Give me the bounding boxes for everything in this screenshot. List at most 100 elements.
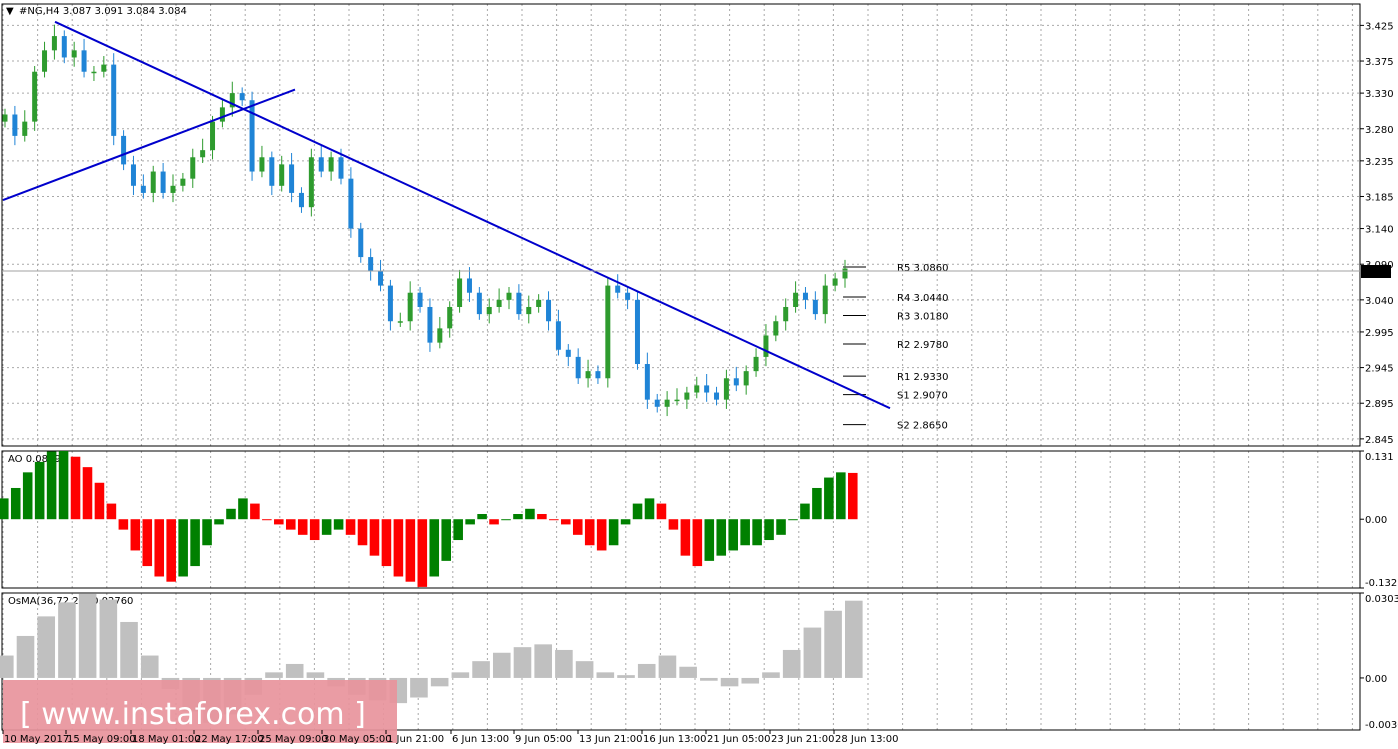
osma-bar bbox=[285, 663, 304, 678]
candle-body bbox=[773, 321, 779, 336]
ao-bar bbox=[441, 519, 452, 561]
time-tick-label: 21 Jun 05:00 bbox=[707, 734, 771, 745]
candle-body bbox=[793, 292, 799, 307]
price-axis: 3.4253.3753.3303.2803.2353.1853.1403.090… bbox=[1360, 21, 1394, 446]
ao-bar bbox=[752, 519, 762, 546]
candle-body bbox=[625, 292, 631, 300]
candle-body bbox=[259, 157, 265, 172]
osma-bar bbox=[679, 666, 697, 678]
time-tick-label: 9 Jun 05:00 bbox=[515, 734, 572, 745]
pivot-levels: R5 3.0860 R4 3.0440 R3 3.0180 R2 2.9780 R1 2… bbox=[843, 263, 948, 432]
candle-body bbox=[358, 228, 364, 258]
chart-header-title: #NG,H4 3.087 3.091 3.084 3.084 bbox=[19, 6, 187, 17]
candle-body bbox=[605, 285, 611, 379]
ao-bar bbox=[572, 519, 583, 535]
candle-body bbox=[476, 292, 482, 315]
current-price: 3.084 bbox=[2, 265, 1392, 278]
pane-frame-0 bbox=[1, 3, 1361, 447]
time-tick-label: 22 May 17:00 bbox=[195, 734, 264, 745]
ao-bar bbox=[214, 519, 224, 525]
candle-body bbox=[565, 349, 571, 357]
candle-body bbox=[348, 178, 354, 229]
candle-body bbox=[832, 278, 838, 286]
osma-bar bbox=[824, 610, 842, 678]
ao-bar bbox=[321, 519, 332, 535]
ao-axis: 0.131 0.00 -0.1321 bbox=[1360, 450, 1398, 589]
level-label-s2: S2 2.8650 bbox=[897, 421, 948, 432]
candle-body bbox=[101, 64, 107, 72]
candle-body bbox=[249, 100, 255, 172]
ao-bar bbox=[154, 519, 165, 577]
ao-bar bbox=[848, 472, 858, 520]
ao-histogram bbox=[0, 451, 858, 587]
ao-bar bbox=[166, 519, 176, 582]
candle-body bbox=[160, 171, 166, 193]
candle-body bbox=[575, 356, 581, 379]
ao-bar bbox=[800, 503, 810, 520]
candle-body bbox=[368, 257, 374, 272]
ao-bar bbox=[644, 498, 655, 520]
level-label-s1: S1 2.9070 bbox=[897, 391, 948, 402]
candle-body bbox=[457, 278, 463, 307]
candle-body bbox=[51, 36, 57, 51]
candles[interactable] bbox=[2, 24, 848, 417]
osma-bar bbox=[762, 672, 780, 678]
ao-bar bbox=[537, 514, 547, 520]
candle-body bbox=[308, 157, 314, 208]
time-tick-label: 23 Jun 21:00 bbox=[771, 734, 835, 745]
ao-bar bbox=[836, 472, 846, 520]
osma-bar bbox=[140, 655, 159, 678]
ao-bar bbox=[94, 482, 105, 520]
ao-bar bbox=[274, 519, 284, 525]
candle-body bbox=[190, 157, 196, 179]
osma-bar bbox=[492, 652, 511, 678]
osma-bar bbox=[16, 635, 35, 678]
osma-tick-label: 0.03035 bbox=[1365, 594, 1398, 605]
candle-body bbox=[546, 299, 552, 322]
candle-body bbox=[654, 399, 660, 407]
ao-bar bbox=[549, 519, 559, 521]
ao-bar bbox=[82, 467, 93, 520]
price-tick-label: 3.185 bbox=[1365, 192, 1394, 203]
ao-bar bbox=[525, 508, 535, 520]
trendlines[interactable] bbox=[2, 20, 891, 410]
ao-bar bbox=[369, 519, 380, 556]
candle-body bbox=[536, 299, 542, 307]
candle-body bbox=[387, 285, 393, 322]
candle-body bbox=[427, 306, 433, 343]
price-tick-label: 3.040 bbox=[1365, 296, 1394, 307]
candle-body bbox=[279, 164, 285, 186]
ao-bar bbox=[118, 519, 129, 530]
chart-canvas[interactable]: ▼ #NG,H4 3.087 3.091 3.084 3.084 3.425 3.… bbox=[0, 0, 1398, 749]
candle-body bbox=[634, 299, 640, 365]
ao-bar bbox=[788, 519, 798, 521]
ao-bar bbox=[190, 519, 200, 567]
osma-tick-label: -0.00305 bbox=[1365, 720, 1398, 731]
candle-body bbox=[180, 178, 186, 186]
price-tick-label: 3.425 bbox=[1365, 21, 1394, 32]
candle-body bbox=[595, 371, 601, 379]
ao-bar bbox=[357, 519, 368, 546]
candle-body bbox=[802, 292, 808, 300]
candle-body bbox=[269, 157, 275, 186]
candle-body bbox=[298, 192, 304, 208]
candle-body bbox=[219, 107, 225, 122]
symbol-menu-icon[interactable]: ▼ bbox=[6, 6, 14, 17]
candle-body bbox=[437, 328, 443, 343]
candle-body bbox=[338, 157, 344, 179]
candle-body bbox=[210, 121, 216, 151]
candle-body bbox=[140, 185, 146, 193]
candle-body bbox=[842, 268, 848, 279]
candle-body bbox=[704, 385, 710, 393]
candle-body bbox=[723, 378, 729, 400]
ao-tick-label: 0.131 bbox=[1365, 452, 1394, 463]
osma-bar bbox=[306, 672, 325, 678]
ao-bar bbox=[728, 519, 738, 551]
candle-body bbox=[130, 164, 136, 186]
candle-body bbox=[753, 356, 759, 372]
candle-body bbox=[743, 371, 749, 386]
time-tick-label: 1 Jun 21:00 bbox=[387, 734, 444, 745]
candle-body bbox=[417, 292, 423, 307]
price-tick-label: 3.140 bbox=[1365, 225, 1394, 236]
osma-axis: 0.03035 0.00 -0.00305 bbox=[1360, 592, 1398, 731]
